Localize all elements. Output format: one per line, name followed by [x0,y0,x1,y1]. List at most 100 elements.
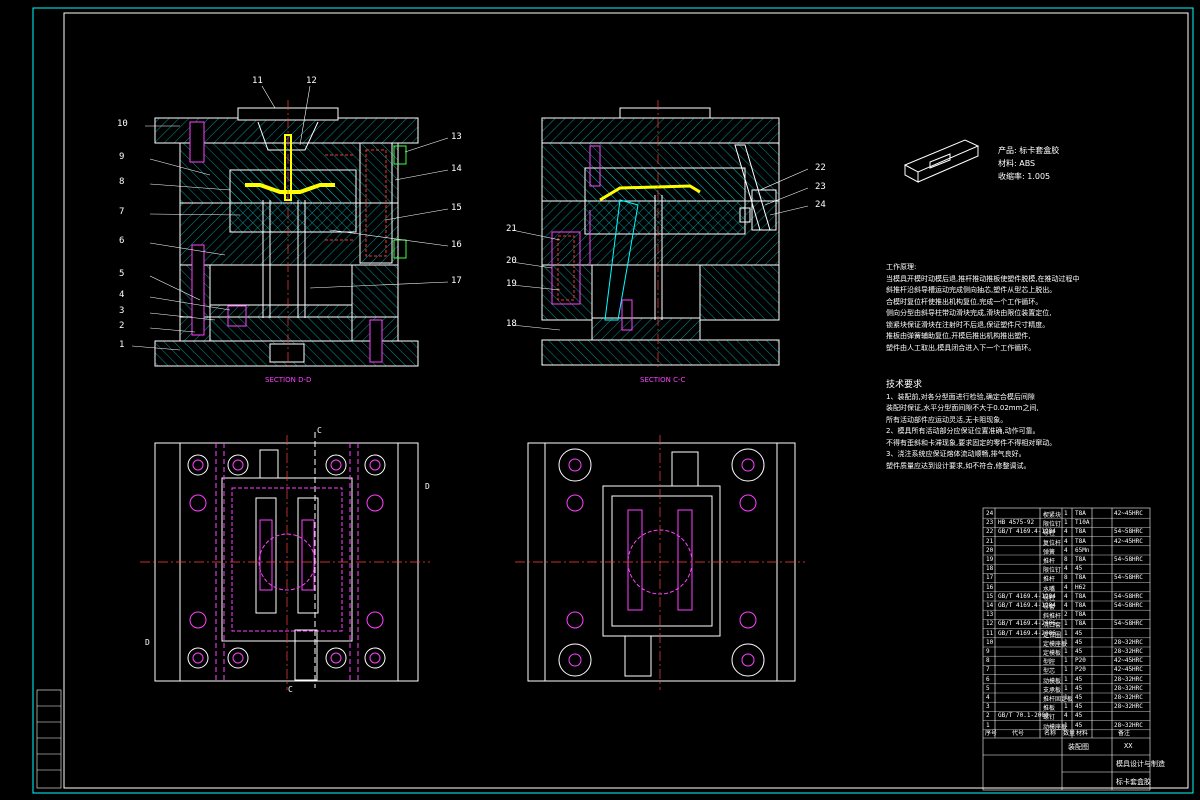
bom-cell: 12 [986,620,994,628]
bom-cell: P20 [1075,666,1086,674]
part-label-19: 19 [506,279,517,289]
bom-cell: 54~58HRC [1114,574,1143,582]
bom-cell: T8A [1075,592,1086,600]
bom-cell: T8A [1075,510,1086,517]
bom-cell: 24 [986,510,994,517]
bom-cell: 1 [1064,657,1068,665]
bom-cell: 4 [1064,537,1068,545]
part-label-20: 20 [506,256,517,266]
bom-cell: 推板 [1043,705,1056,713]
part-label-3: 3 [119,306,125,316]
bom-cell: 4 [1064,592,1068,600]
bom-cell: 54~58HRC [1114,592,1143,600]
bom-cell: 42~45HRC [1114,510,1143,517]
bom-cell: 螺钉 [1043,714,1056,722]
plan-view-left-holes [187,454,386,669]
part-label-15: 15 [451,203,462,213]
work-process-note: 工作原理: 当模具开模时动模后退,推杆推动推板使塑件脱模,在推动过程中 斜推杆沿… [886,262,1079,354]
part-label-4: 4 [119,290,125,300]
bom-cell: HB 4575-92 [998,519,1035,527]
title-block-project: XX [1124,742,1133,750]
work-process-line: 塑件由人工取出,模具闭合进入下一个工作循环。 [886,343,1036,352]
product-material: 材料: ABS [998,159,1036,168]
tech-requirements: 技术要求 1、装配前,对各分型面进行检验,确定合模后间隙 装配时保证,水平分型面… [886,380,1056,472]
bom-cell: T8A [1075,620,1086,628]
bom-cell: 22 [986,528,994,536]
bom-cell: 28~32HRC [1114,648,1143,655]
bom-cell: 18 [986,565,994,573]
bom-cell: 4 [1064,546,1068,554]
part-label-2: 2 [119,321,125,331]
bom-cell: 限位钉 [1043,567,1062,575]
bom-cell: T8A [1075,611,1086,619]
work-process-line: 斜推杆沿斜导槽运动完成侧向抽芯,塑件从型芯上脱出。 [886,286,1057,294]
part-label-24: 24 [815,200,826,210]
tech-req-title: 技术要求 [886,380,923,390]
product-shrinkage: 收缩率: 1.005 [998,172,1051,181]
bom-header-no: 序号 [985,730,998,737]
bom-cell: 定模板 [1043,650,1062,657]
bom-cell: 4 [1064,583,1068,591]
bom-cell: 定位圈 [1043,631,1062,639]
bom-cell: 1 [1064,684,1068,692]
bom-cell: 复位杆 [1043,539,1062,547]
cut-label-c-bottom: C [288,685,293,694]
bom-cell: 浇口套 [1043,622,1062,630]
part-label-5: 5 [119,269,125,279]
bom-cell: 4 [1064,712,1068,720]
bom-cell: 42~45HRC [1114,666,1143,674]
bom-cell: 推杆固定板 [1043,696,1074,703]
plan-view-moving-half [140,432,430,690]
bom-cell: 楔紧块 [1043,512,1062,519]
work-process-line: 合模时复位杆使推出机构复位,完成一个工作循环。 [886,297,1043,306]
title-block-school: 模具设计与制造 [1116,760,1165,768]
bom-cell: T8A [1075,537,1086,545]
part-label-7: 7 [119,207,125,217]
bom-cell: 导柱 [1043,594,1056,602]
bom-cell: 4 [1064,565,1068,573]
part-label-17: 17 [451,276,462,286]
part-label-8: 8 [119,177,125,187]
bom-cell: T10A [1075,519,1090,527]
bom-cell: 1 [1064,519,1068,527]
title-block-drawing-name: 装配图 [1068,743,1089,751]
bom-cell: 45 [1075,675,1083,683]
bom-cell: 1 [1064,675,1068,683]
bom-cell: 导套 [1043,604,1056,611]
bom-header-qty: 数量 [1063,730,1076,737]
tech-req-line: 2、模具所有活动部分应保证位置准确,动作可靠。 [886,427,1040,435]
bom-cell: T8A [1075,574,1086,582]
bom-cell: 28~32HRC [1114,703,1143,711]
bom-cell: 1 [1064,638,1068,646]
bom-cell: 3 [986,703,990,711]
bom-cell: 8 [1064,574,1068,582]
bom-cell: T8A [1075,556,1086,563]
part-label-1: 1 [119,340,125,350]
bom-cell: 弹簧 [1043,548,1056,556]
part-label-13: 13 [451,132,462,142]
bom-cell: 45 [1075,694,1083,701]
tech-req-line: 1、装配前,对各分型面进行检验,确定合模后间隙 [886,392,1035,401]
work-process-title: 工作原理: [886,263,917,271]
tech-req-line: 3、浇注系统应保证熔体流动顺畅,排气良好。 [886,450,1026,458]
bom-cell: 9 [986,648,990,655]
bom-cell: 45 [1075,684,1083,692]
bom-cell: 2 [1064,611,1068,619]
bom-cell: 45 [1075,629,1083,637]
work-process-line: 推板由弹簧辅助复位,开模后推出机构推出塑件, [886,332,1031,340]
bom-cell: 28~32HRC [1114,675,1143,683]
work-process-line: 锁紧块保证滑块在注射时不后退,保证塑件尺寸精度。 [886,320,1050,329]
bom-cell: 20 [986,546,994,554]
bom-cell: 4 [1064,528,1068,536]
bom-cell: 水嘴 [1043,585,1056,593]
bom-cell: P20 [1075,657,1086,665]
bom-cell: 23 [986,519,994,527]
part-label-22: 22 [815,163,826,173]
section-c-c-view [541,100,780,370]
bom-cell: 4 [1064,602,1068,609]
bom-cell: 导柱 [1043,530,1056,538]
bom-cell: 1 [1064,629,1068,637]
bom-cell: 4 [986,694,990,701]
bom-cell: 1 [1064,703,1068,711]
bom-cell: 45 [1075,648,1083,655]
